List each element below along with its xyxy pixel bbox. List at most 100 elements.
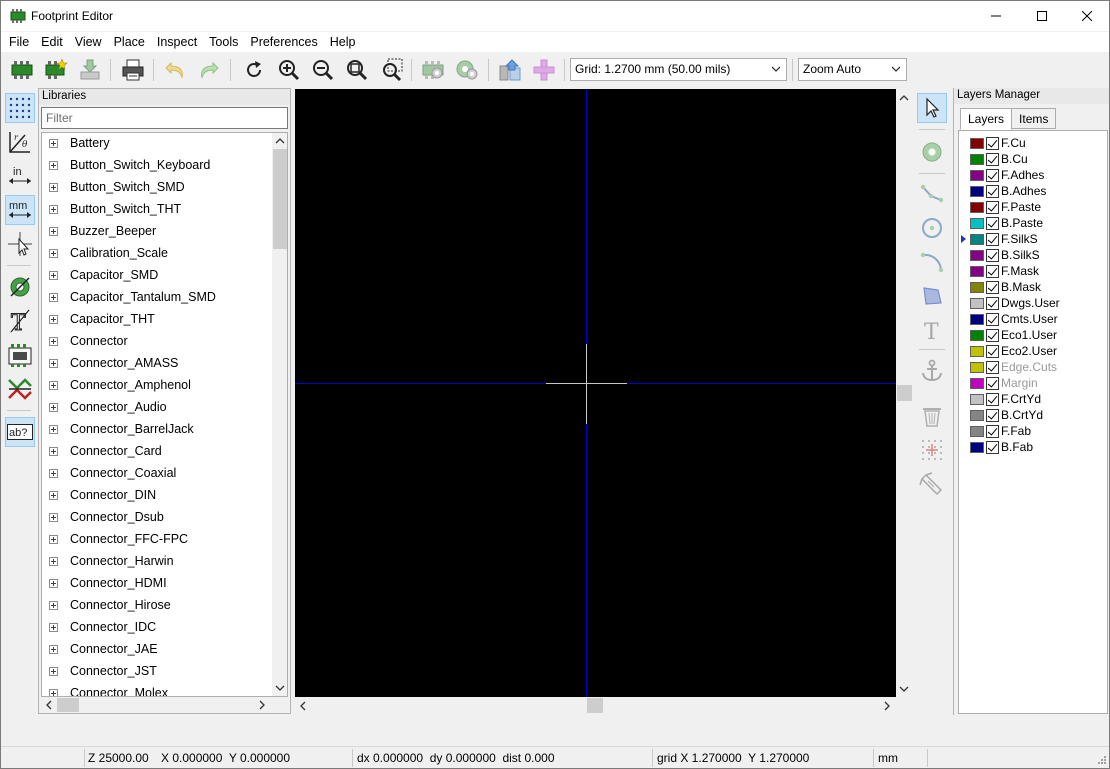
library-item[interactable]: Button_Switch_THT bbox=[42, 198, 272, 220]
units-inches-toggle[interactable]: in bbox=[5, 161, 35, 191]
expand-plus-icon[interactable] bbox=[49, 622, 58, 632]
draw-circle-button[interactable] bbox=[917, 213, 947, 243]
library-item[interactable]: Calibration_Scale bbox=[42, 242, 272, 264]
layer-color-swatch[interactable] bbox=[970, 233, 984, 245]
library-item[interactable]: Connector_JAE bbox=[42, 638, 272, 660]
canvas-vscroll-thumb[interactable] bbox=[897, 385, 912, 401]
layer-visibility-checkbox[interactable] bbox=[986, 248, 999, 262]
add-pad-button[interactable] bbox=[917, 137, 947, 167]
layer-visibility-checkbox[interactable] bbox=[986, 152, 999, 166]
zoom-selection-button[interactable] bbox=[378, 56, 406, 84]
layer-visibility-checkbox[interactable] bbox=[986, 440, 999, 454]
library-item[interactable]: Connector_FFC-FPC bbox=[42, 528, 272, 550]
tab-layers[interactable]: Layers bbox=[960, 108, 1013, 130]
library-item[interactable]: Connector_Dsub bbox=[42, 506, 272, 528]
pad-properties-button[interactable] bbox=[453, 56, 481, 84]
scroll-down-icon[interactable] bbox=[275, 683, 285, 693]
menu-tools[interactable]: Tools bbox=[202, 32, 243, 52]
insert-into-board-button[interactable] bbox=[530, 56, 558, 84]
layer-visibility-checkbox[interactable] bbox=[986, 296, 999, 310]
layer-row[interactable]: Edge.Cuts bbox=[959, 359, 1107, 375]
library-item[interactable]: Connector_HDMI bbox=[42, 572, 272, 594]
layer-color-swatch[interactable] bbox=[970, 281, 984, 293]
layer-visibility-checkbox[interactable] bbox=[986, 184, 999, 198]
show-grid-toggle[interactable] bbox=[5, 93, 35, 123]
library-item[interactable]: Connector_Card bbox=[42, 440, 272, 462]
layer-color-swatch[interactable] bbox=[970, 329, 984, 341]
redo-button[interactable] bbox=[195, 56, 223, 84]
load-from-board-button[interactable] bbox=[496, 56, 524, 84]
library-item[interactable]: Connector_BarrelJack bbox=[42, 418, 272, 440]
expand-plus-icon[interactable] bbox=[49, 138, 58, 148]
library-item[interactable]: Capacitor_SMD bbox=[42, 264, 272, 286]
library-item[interactable]: Connector_DIN bbox=[42, 484, 272, 506]
layer-color-swatch[interactable] bbox=[970, 153, 984, 165]
pad-sketch-mode-toggle[interactable] bbox=[5, 272, 35, 302]
library-item[interactable]: Button_Switch_Keyboard bbox=[42, 154, 272, 176]
layer-color-swatch[interactable] bbox=[970, 425, 984, 437]
expand-plus-icon[interactable] bbox=[49, 446, 58, 456]
layer-visibility-checkbox[interactable] bbox=[986, 136, 999, 150]
tab-items[interactable]: Items bbox=[1011, 108, 1057, 129]
layer-visibility-checkbox[interactable] bbox=[986, 232, 999, 246]
expand-plus-icon[interactable] bbox=[49, 182, 58, 192]
grid-select[interactable]: Grid: 1.2700 mm (50.00 mils) bbox=[570, 58, 787, 81]
layer-row[interactable]: B.Fab bbox=[959, 439, 1107, 455]
expand-plus-icon[interactable] bbox=[49, 688, 58, 696]
layer-color-swatch[interactable] bbox=[970, 217, 984, 229]
layer-row[interactable]: B.Cu bbox=[959, 151, 1107, 167]
library-item[interactable]: Connector_Audio bbox=[42, 396, 272, 418]
canvas-vertical-scrollbar[interactable] bbox=[896, 89, 913, 697]
minimize-button[interactable] bbox=[973, 1, 1019, 31]
layer-visibility-checkbox[interactable] bbox=[986, 360, 999, 374]
layer-row[interactable]: F.Paste bbox=[959, 199, 1107, 215]
layer-color-swatch[interactable] bbox=[970, 297, 984, 309]
expand-plus-icon[interactable] bbox=[49, 336, 58, 346]
expand-plus-icon[interactable] bbox=[49, 226, 58, 236]
library-tree-hscroll-thumb[interactable] bbox=[57, 698, 79, 712]
library-item[interactable]: Connector bbox=[42, 330, 272, 352]
print-button[interactable] bbox=[119, 56, 147, 84]
drawing-canvas[interactable] bbox=[295, 89, 896, 697]
layer-visibility-checkbox[interactable] bbox=[986, 408, 999, 422]
layer-visibility-checkbox[interactable] bbox=[986, 328, 999, 342]
expand-plus-icon[interactable] bbox=[49, 292, 58, 302]
menu-preferences[interactable]: Preferences bbox=[243, 32, 322, 52]
scroll-up-icon[interactable] bbox=[275, 136, 285, 146]
layer-row[interactable]: F.CrtYd bbox=[959, 391, 1107, 407]
layer-color-swatch[interactable] bbox=[970, 185, 984, 197]
scroll-down-icon[interactable] bbox=[899, 684, 909, 694]
layer-color-swatch[interactable] bbox=[970, 409, 984, 421]
library-filter-input[interactable] bbox=[41, 107, 288, 129]
library-item[interactable]: Connector_Harwin bbox=[42, 550, 272, 572]
layer-visibility-checkbox[interactable] bbox=[986, 168, 999, 182]
draw-line-button[interactable] bbox=[917, 179, 947, 209]
measure-tool-button[interactable] bbox=[917, 469, 947, 499]
layer-row[interactable]: B.SilkS bbox=[959, 247, 1107, 263]
scroll-left-icon[interactable] bbox=[298, 701, 308, 711]
layer-row[interactable]: Eco2.User bbox=[959, 343, 1107, 359]
canvas-horizontal-scrollbar[interactable] bbox=[295, 697, 896, 714]
expand-plus-icon[interactable] bbox=[49, 248, 58, 258]
zoom-in-button[interactable] bbox=[275, 56, 303, 84]
layer-row[interactable]: Cmts.User bbox=[959, 311, 1107, 327]
scroll-left-icon[interactable] bbox=[44, 700, 54, 710]
zoom-select[interactable]: Zoom Auto bbox=[798, 58, 907, 81]
draw-polygon-button[interactable] bbox=[917, 281, 947, 311]
scroll-up-icon[interactable] bbox=[899, 93, 909, 103]
close-button[interactable] bbox=[1064, 1, 1110, 31]
library-item[interactable]: Connector_Coaxial bbox=[42, 462, 272, 484]
library-item[interactable]: Capacitor_THT bbox=[42, 308, 272, 330]
new-footprint-button[interactable] bbox=[8, 56, 36, 84]
expand-plus-icon[interactable] bbox=[49, 644, 58, 654]
layer-color-swatch[interactable] bbox=[970, 137, 984, 149]
library-tree-vertical-scrollbar[interactable] bbox=[272, 133, 287, 696]
text-sketch-mode-toggle[interactable]: T bbox=[5, 306, 35, 336]
expand-plus-icon[interactable] bbox=[49, 358, 58, 368]
layer-row[interactable]: F.Adhes bbox=[959, 167, 1107, 183]
graphic-sketch-mode-toggle[interactable] bbox=[5, 340, 35, 370]
layer-color-swatch[interactable] bbox=[970, 393, 984, 405]
add-text-button[interactable]: T bbox=[917, 315, 947, 345]
expand-plus-icon[interactable] bbox=[49, 468, 58, 478]
layer-color-swatch[interactable] bbox=[970, 441, 984, 453]
